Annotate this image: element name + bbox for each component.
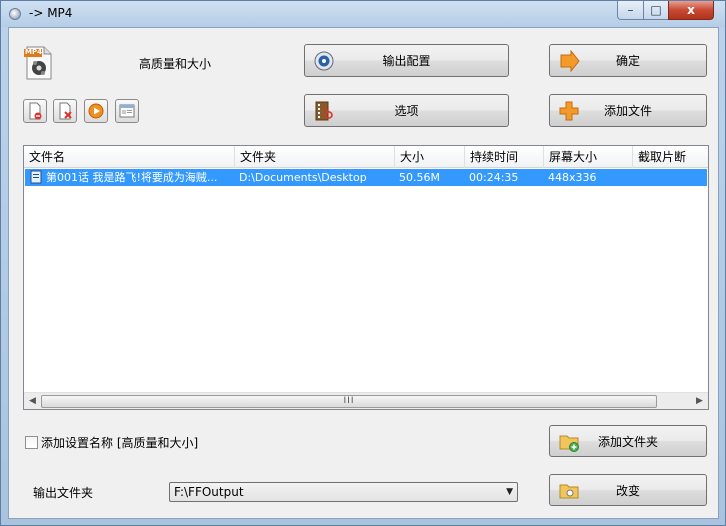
options-label: 选项 bbox=[394, 104, 419, 118]
remove-file-button[interactable] bbox=[23, 99, 47, 123]
output-config-button[interactable]: 输出配置 bbox=[304, 44, 509, 77]
doc-remove-icon bbox=[29, 102, 42, 120]
options-button[interactable]: 选项 bbox=[304, 94, 509, 127]
scroll-right-arrow-icon[interactable]: ▶ bbox=[691, 393, 708, 410]
change-label: 改变 bbox=[615, 483, 640, 498]
add-folder-button[interactable]: 添加文件夹 bbox=[549, 425, 707, 457]
cell-duration: 00:24:35 bbox=[469, 171, 519, 184]
ok-button[interactable]: 确定 bbox=[549, 44, 707, 77]
file-list-header: 文件名 文件夹 大小 持续时间 屏幕大小 截取片断 bbox=[24, 146, 708, 168]
clear-list-button[interactable] bbox=[53, 99, 77, 123]
cell-filename: 第001话 我是路飞!将要成为海贼... bbox=[46, 171, 218, 184]
app-window: -> MP4 – □ x MP4 高质量和大小 输出配置 确定 选项 添加文件 … bbox=[0, 0, 726, 526]
table-row[interactable]: 第001话 我是路飞!将要成为海贼... D:\Documents\Deskto… bbox=[25, 169, 707, 186]
settings-disc-icon bbox=[314, 51, 334, 71]
quality-label: 高质量和大小 bbox=[139, 57, 212, 71]
add-file-label: 添加文件 bbox=[603, 104, 652, 118]
info-window-icon bbox=[119, 104, 135, 118]
play-icon bbox=[88, 103, 104, 119]
horizontal-scrollbar[interactable]: ◀ III ▶ bbox=[24, 392, 708, 409]
add-folder-label: 添加文件夹 bbox=[597, 434, 658, 449]
scroll-left-arrow-icon[interactable]: ◀ bbox=[24, 393, 41, 410]
scroll-thumb[interactable]: III bbox=[41, 395, 657, 408]
column-header-folder[interactable]: 文件夹 bbox=[235, 146, 395, 168]
dialog-client: MP4 高质量和大小 输出配置 确定 选项 添加文件 文件名 文件夹 大小 持续… bbox=[8, 27, 719, 519]
add-setting-name-option[interactable]: 添加设置名称 [高质量和大小] bbox=[25, 434, 198, 450]
column-header-clip[interactable]: 截取片断 bbox=[633, 146, 708, 168]
app-icon bbox=[9, 8, 21, 20]
add-setting-name-label: 添加设置名称 [高质量和大小] bbox=[41, 435, 199, 450]
column-header-duration[interactable]: 持续时间 bbox=[465, 146, 544, 168]
column-header-size[interactable]: 大小 bbox=[395, 146, 465, 168]
film-scissors-icon bbox=[315, 101, 333, 121]
dropdown-arrow-icon: ▼ bbox=[506, 487, 513, 497]
file-icon bbox=[30, 170, 42, 184]
plus-icon bbox=[559, 101, 579, 121]
minimize-button[interactable]: – bbox=[617, 1, 644, 20]
mp4-icon-label: MP4 bbox=[25, 48, 42, 56]
column-header-resolution[interactable]: 屏幕大小 bbox=[544, 146, 633, 168]
media-info-button[interactable] bbox=[115, 99, 139, 123]
folder-add-icon bbox=[559, 435, 579, 452]
cell-clip bbox=[633, 169, 707, 186]
output-folder-value: F:\FFOutput bbox=[174, 485, 244, 499]
maximize-button[interactable]: □ bbox=[643, 1, 669, 20]
play-button[interactable] bbox=[84, 99, 108, 123]
output-folder-select[interactable]: F:\FFOutput ▼ bbox=[169, 482, 518, 502]
window-title: -> MP4 bbox=[29, 6, 73, 20]
cell-resolution: 448x336 bbox=[548, 171, 597, 184]
close-button[interactable]: x bbox=[668, 1, 714, 20]
confirm-arrow-icon bbox=[560, 50, 580, 72]
ok-label: 确定 bbox=[615, 54, 640, 68]
column-header-filename[interactable]: 文件名 bbox=[24, 146, 235, 168]
title-bar[interactable]: -> MP4 – □ x bbox=[1, 1, 725, 27]
change-button[interactable]: 改变 bbox=[549, 474, 707, 506]
add-setting-name-checkbox[interactable] bbox=[25, 435, 38, 449]
cell-folder: D:\Documents\Desktop bbox=[239, 171, 367, 184]
output-folder-label: 输出文件夹 bbox=[33, 486, 94, 500]
mp4-format-icon: MP4 bbox=[24, 46, 54, 80]
file-list[interactable]: 文件名 文件夹 大小 持续时间 屏幕大小 截取片断 第001话 我是路飞!将要成… bbox=[23, 145, 709, 410]
folder-open-icon bbox=[559, 484, 579, 499]
output-config-label: 输出配置 bbox=[382, 54, 431, 68]
cell-size: 50.56M bbox=[399, 171, 440, 184]
doc-delete-icon bbox=[59, 102, 72, 120]
add-file-button[interactable]: 添加文件 bbox=[549, 94, 707, 127]
